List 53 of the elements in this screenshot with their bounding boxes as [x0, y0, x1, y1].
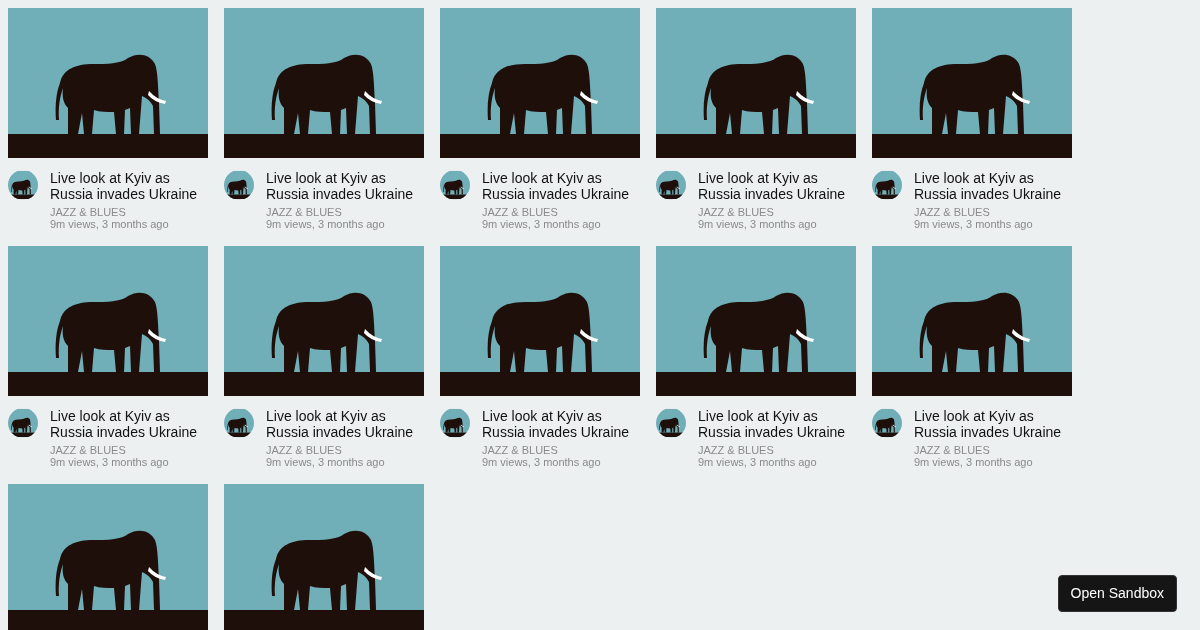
channel-avatar-icon: [656, 170, 686, 200]
video-title[interactable]: Live look at Kyiv as Russia invades Ukraine: [266, 170, 424, 202]
channel-avatar-icon: [8, 408, 38, 438]
video-meta: 9m views, 3 months ago: [266, 218, 386, 230]
channel-avatar-icon: [440, 170, 470, 200]
video-title[interactable]: Live look at Kyiv as Russia invades Ukraine: [914, 408, 1072, 440]
video-title[interactable]: Live look at Kyiv as Russia invades Ukraine: [50, 170, 208, 202]
channel-name: JAZZ & BLUES: [482, 206, 559, 218]
channel-avatar-icon: [656, 408, 686, 438]
elephant-thumbnail[interactable]: [224, 484, 424, 630]
channel-name: JAZZ & BLUES: [266, 444, 343, 456]
video-title[interactable]: Live look at Kyiv as Russia invades Ukraine: [50, 408, 208, 440]
elephant-thumbnail[interactable]: [440, 8, 640, 158]
video-title[interactable]: Live look at Kyiv as Russia invades Ukraine: [698, 408, 856, 440]
video-meta: 9m views, 3 months ago: [482, 218, 602, 230]
elephant-thumbnail[interactable]: [8, 246, 208, 396]
channel-name: JAZZ & BLUES: [698, 206, 775, 218]
elephant-thumbnail[interactable]: [872, 8, 1072, 158]
channel-avatar-icon: [224, 408, 254, 438]
video-meta: 9m views, 3 months ago: [914, 456, 1034, 468]
channel-name: JAZZ & BLUES: [914, 444, 991, 456]
elephant-thumbnail[interactable]: [8, 484, 208, 630]
elephant-thumbnail[interactable]: [224, 8, 424, 158]
channel-name: JAZZ & BLUES: [914, 206, 991, 218]
video-title[interactable]: Live look at Kyiv as Russia invades Ukraine: [266, 408, 424, 440]
video-meta: 9m views, 3 months ago: [266, 456, 386, 468]
elephant-thumbnail[interactable]: [872, 246, 1072, 396]
video-meta: 9m views, 3 months ago: [50, 218, 170, 230]
channel-name: JAZZ & BLUES: [50, 206, 127, 218]
channel-avatar-icon: [8, 170, 38, 200]
video-meta: 9m views, 3 months ago: [698, 218, 818, 230]
video-meta: 9m views, 3 months ago: [914, 218, 1034, 230]
elephant-thumbnail[interactable]: [224, 246, 424, 396]
video-title[interactable]: Live look at Kyiv as Russia invades Ukraine: [698, 170, 856, 202]
channel-avatar-icon: [872, 408, 902, 438]
channel-name: JAZZ & BLUES: [698, 444, 775, 456]
video-meta: 9m views, 3 months ago: [698, 456, 818, 468]
channel-avatar-icon: [224, 170, 254, 200]
video-title[interactable]: Live look at Kyiv as Russia invades Ukraine: [482, 170, 640, 202]
channel-name: JAZZ & BLUES: [266, 206, 343, 218]
channel-avatar-icon: [872, 170, 902, 200]
video-meta: 9m views, 3 months ago: [50, 456, 170, 468]
video-title[interactable]: Live look at Kyiv as Russia invades Ukraine: [482, 408, 640, 440]
channel-name: JAZZ & BLUES: [50, 444, 127, 456]
video-meta: 9m views, 3 months ago: [482, 456, 602, 468]
video-title[interactable]: Live look at Kyiv as Russia invades Ukraine: [914, 170, 1072, 202]
channel-name: JAZZ & BLUES: [482, 444, 559, 456]
elephant-thumbnail[interactable]: [656, 246, 856, 396]
channel-avatar-icon: [440, 408, 470, 438]
open-sandbox-button[interactable]: Open Sandbox: [1057, 575, 1177, 612]
elephant-thumbnail[interactable]: [656, 8, 856, 158]
elephant-thumbnail[interactable]: [440, 246, 640, 396]
elephant-thumbnail[interactable]: [8, 8, 208, 158]
